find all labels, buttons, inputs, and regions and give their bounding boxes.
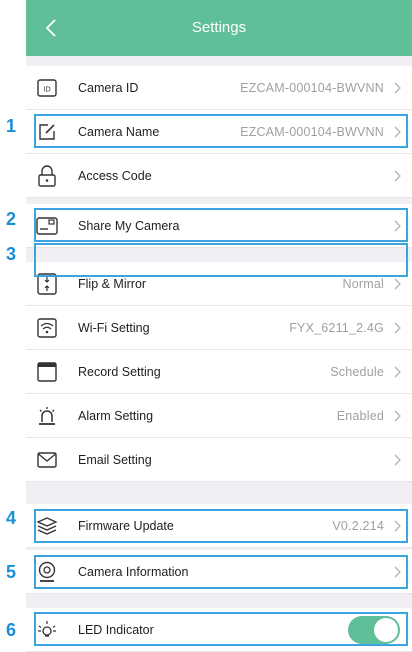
row-label: Share My Camera [78, 218, 180, 233]
row-value: Schedule [330, 364, 384, 379]
wifi-icon [34, 316, 60, 340]
row-firmware-update[interactable]: Firmware Update V0.2.214 [26, 504, 412, 548]
toggle-knob [374, 618, 398, 642]
page-title: Settings [191, 19, 247, 36]
row-led-indicator: LED Indicator [26, 608, 412, 652]
row-value: EZCAM-000104-BWVNN [240, 80, 384, 95]
row-camera-id[interactable]: ID Camera ID EZCAM-000104-BWVNN [26, 66, 412, 110]
chevron-right-icon [394, 322, 401, 334]
lock-icon [34, 164, 60, 188]
row-label: Alarm Setting [78, 408, 154, 423]
share-icon [34, 214, 60, 238]
camera-icon [34, 560, 60, 584]
row-value: Enabled [336, 408, 384, 423]
row-label: Camera Name [78, 124, 160, 139]
row-value: FYX_6211_2.4G [289, 320, 384, 335]
row-value: V0.2.214 [332, 518, 384, 533]
chevron-right-icon [394, 520, 401, 532]
row-camera-information[interactable]: Camera Information [26, 550, 412, 594]
record-icon [34, 360, 60, 384]
row-label: Firmware Update [78, 518, 174, 533]
chevron-right-icon [394, 126, 401, 138]
row-label: Record Setting [78, 364, 161, 379]
svg-text:ID: ID [43, 86, 50, 94]
header-bar: Settings [26, 0, 412, 56]
alarm-icon [34, 404, 60, 428]
callout-number-2: 2 [5, 209, 16, 229]
row-access-code[interactable]: Access Code [26, 154, 412, 198]
callout-number-6: 6 [5, 620, 16, 640]
row-label: Access Code [78, 168, 152, 183]
callout-number-5: 5 [5, 562, 16, 582]
callout-number-4: 4 [5, 508, 16, 528]
row-email-setting[interactable]: Email Setting [26, 438, 412, 482]
row-value: EZCAM-000104-BWVNN [240, 124, 384, 139]
row-record-setting[interactable]: Record Setting Schedule [26, 350, 412, 394]
row-label: Flip & Mirror [78, 276, 147, 291]
row-wifi-setting[interactable]: Wi-Fi Setting FYX_6211_2.4G [26, 306, 412, 350]
flip-icon [34, 272, 60, 296]
row-camera-name[interactable]: Camera Name EZCAM-000104-BWVNN [26, 110, 412, 154]
led-icon [34, 618, 60, 642]
row-label: Camera Information [78, 564, 189, 579]
id-card-icon: ID [34, 76, 60, 100]
row-value: Normal [342, 276, 384, 291]
row-label: Wi-Fi Setting [78, 320, 150, 335]
email-icon [34, 448, 60, 472]
row-share-my-camera[interactable]: Share My Camera [26, 204, 412, 248]
chevron-right-icon [394, 170, 401, 182]
row-label: Email Setting [78, 452, 152, 467]
chevron-right-icon [394, 454, 401, 466]
callout-number-3: 3 [5, 244, 16, 264]
chevron-right-icon [394, 278, 401, 290]
chevron-right-icon [394, 566, 401, 578]
row-label: Camera ID [78, 80, 139, 95]
row-label: LED Indicator [78, 622, 154, 637]
chevron-right-icon [394, 366, 401, 378]
chevron-right-icon [394, 220, 401, 232]
chevron-right-icon [394, 410, 401, 422]
settings-screen: Settings ID Camera ID EZCAM-000104-BWVNN… [26, 0, 412, 652]
chevron-right-icon [394, 82, 401, 94]
row-alarm-setting[interactable]: Alarm Setting Enabled [26, 394, 412, 438]
firmware-icon [34, 514, 60, 538]
edit-icon [34, 120, 60, 144]
callout-number-1: 1 [5, 116, 16, 136]
row-flip-mirror[interactable]: Flip & Mirror Normal [26, 262, 412, 306]
led-indicator-toggle[interactable] [348, 616, 400, 644]
